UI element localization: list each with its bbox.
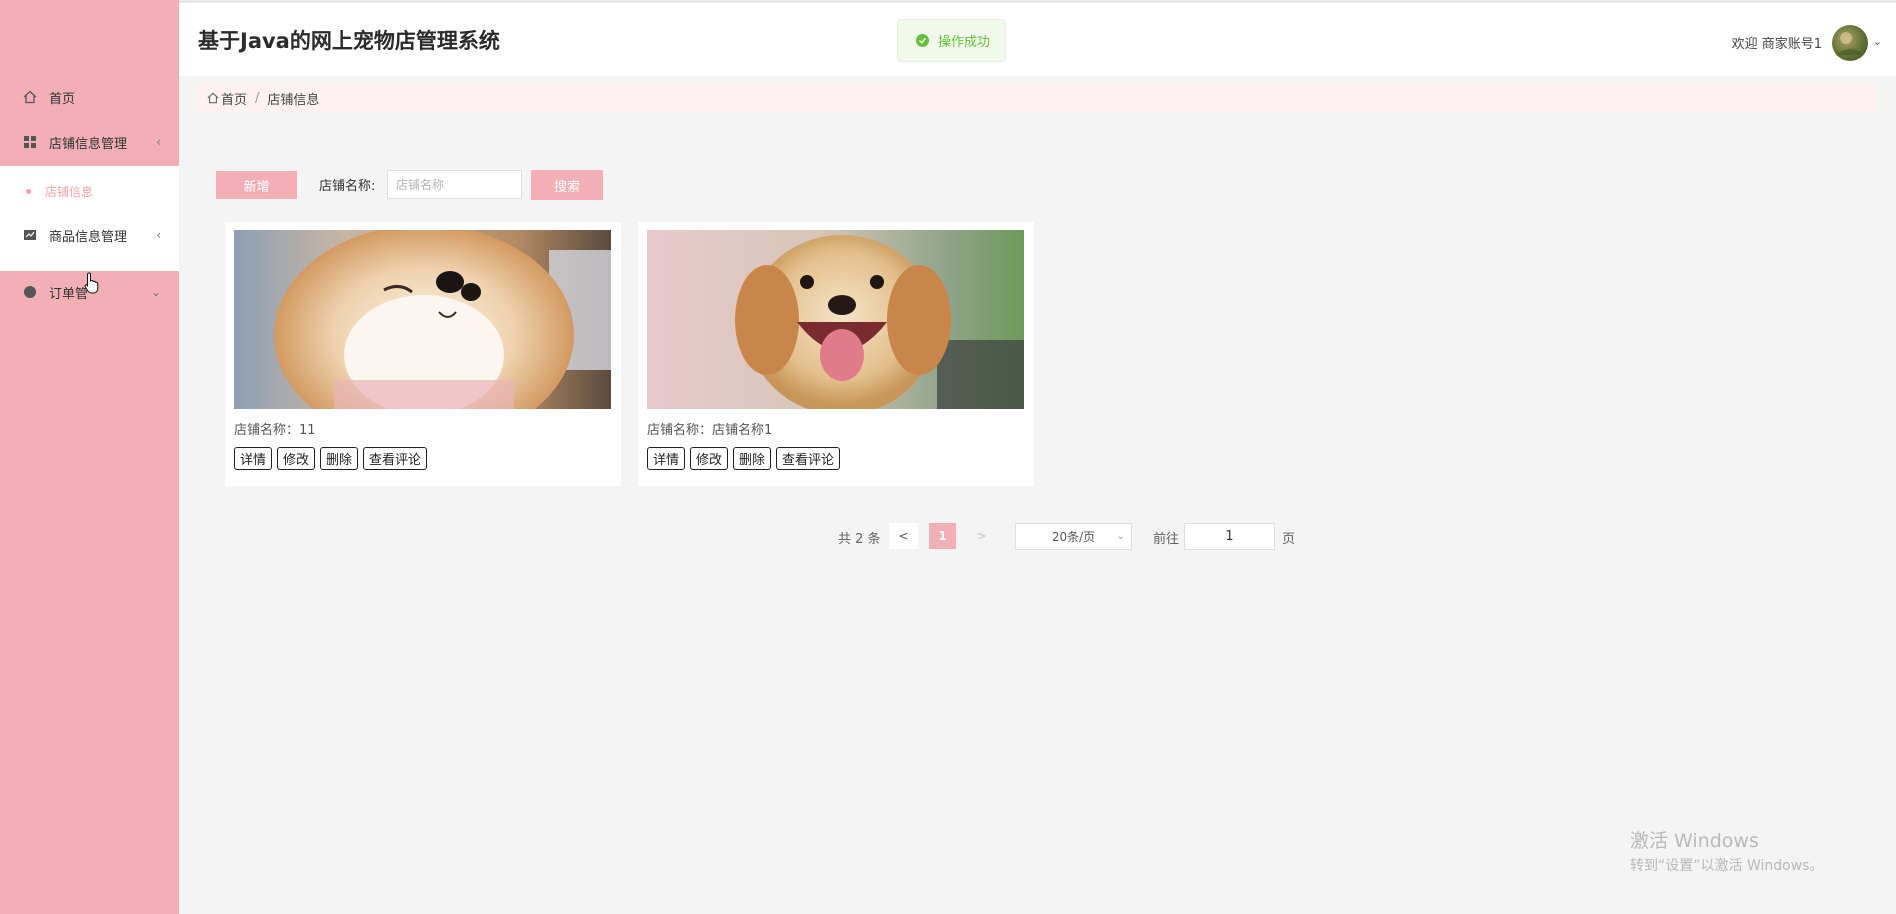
- sidebar-item-shop-management[interactable]: 店铺信息管理 ‹: [0, 122, 179, 162]
- page-size-select[interactable]: 20条/页 ⌄: [1015, 523, 1132, 550]
- header: 基于Java的网上宠物店管理系统 操作成功 欢迎 商家账号1 ⌄: [179, 3, 1896, 76]
- next-page-button[interactable]: >: [967, 523, 996, 549]
- shop-name: 店铺名称：店铺名称1: [647, 423, 773, 438]
- submenu-shop: 店铺信息 商品信息管理 ‹: [0, 166, 179, 271]
- detail-button[interactable]: 详情: [234, 447, 273, 470]
- breadcrumb: 首页 / 店铺信息: [197, 84, 1877, 112]
- home-icon: [23, 90, 37, 104]
- chevron-down-icon[interactable]: ⌄: [1873, 35, 1882, 48]
- sidebar: 首页 店铺信息管理 ‹ 店铺信息 商品信息管理 ‹ 订单管 ⌄: [0, 0, 179, 914]
- search-button[interactable]: 搜索: [531, 170, 603, 200]
- golden-retriever-photo[interactable]: [647, 230, 1024, 409]
- sidebar-item-label: 订单管: [49, 286, 89, 302]
- search-label: 店铺名称:: [319, 179, 376, 194]
- view-comments-button[interactable]: 查看评论: [776, 447, 841, 470]
- breadcrumb-current: 店铺信息: [267, 92, 320, 108]
- shiba-dog-photo[interactable]: [234, 230, 611, 409]
- chevron-down-icon: ⌄: [150, 285, 161, 299]
- chevron-left-icon: ‹: [156, 135, 161, 149]
- check-circle-icon: [916, 34, 929, 47]
- pagination-total: 共 2 条: [838, 532, 881, 547]
- sidebar-item-label: 店铺信息管理: [49, 136, 128, 152]
- shop-card: 店铺名称：11 详情 修改 删除 查看评论: [225, 222, 621, 486]
- delete-button[interactable]: 删除: [733, 447, 772, 470]
- edit-button[interactable]: 修改: [277, 447, 316, 470]
- toast-message: 操作成功: [938, 35, 991, 50]
- sidebar-item-home[interactable]: 首页: [0, 77, 179, 117]
- shop-name-search-input[interactable]: [387, 170, 522, 199]
- bullet-icon: [26, 188, 31, 194]
- chevron-left-icon: ‹: [156, 228, 161, 242]
- sidebar-item-label: 首页: [49, 91, 76, 107]
- edit-button[interactable]: 修改: [690, 447, 729, 470]
- home-icon: [207, 92, 219, 104]
- breadcrumb-home[interactable]: 首页: [221, 89, 247, 108]
- goto-page-input[interactable]: [1184, 523, 1275, 550]
- delete-button[interactable]: 删除: [320, 447, 359, 470]
- pagination: 共 2 条 < 1 > 20条/页 ⌄ 前往 页: [0, 522, 1896, 552]
- breadcrumb-separator: /: [255, 90, 260, 106]
- sidebar-item-label: 店铺信息: [45, 184, 94, 199]
- shop-card: 店铺名称：店铺名称1 详情 修改 删除 查看评论: [638, 222, 1034, 486]
- app-title: 基于Java的网上宠物店管理系统: [198, 29, 500, 53]
- chevron-down-icon: ⌄: [1116, 531, 1125, 542]
- page-number-button[interactable]: 1: [929, 523, 956, 549]
- activation-watermark-subtitle: 转到“设置”以激活 Windows。: [1630, 858, 1824, 874]
- page-size-value: 20条/页: [1051, 530, 1096, 544]
- add-button[interactable]: 新增: [216, 171, 297, 199]
- card-actions: 详情 修改 删除 查看评论: [647, 447, 841, 470]
- page-suffix: 页: [1282, 532, 1296, 547]
- activation-watermark-title: 激活 Windows: [1630, 830, 1759, 852]
- sidebar-item-product-management[interactable]: 商品信息管理 ‹: [0, 215, 179, 255]
- chart-icon: [23, 228, 37, 242]
- view-comments-button[interactable]: 查看评论: [363, 447, 428, 470]
- detail-button[interactable]: 详情: [647, 447, 686, 470]
- sidebar-item-label: 商品信息管理: [49, 229, 128, 245]
- welcome-text: 欢迎 商家账号1: [1731, 37, 1822, 52]
- prev-page-button[interactable]: <: [889, 523, 918, 549]
- hand-cursor-icon: [84, 272, 100, 298]
- success-toast: 操作成功: [897, 19, 1006, 62]
- order-icon: [23, 285, 37, 299]
- avatar[interactable]: [1832, 25, 1868, 61]
- card-actions: 详情 修改 删除 查看评论: [234, 447, 428, 470]
- sidebar-item-shop-info[interactable]: 店铺信息: [0, 176, 179, 206]
- grid-icon: [23, 135, 37, 149]
- goto-label: 前往: [1153, 532, 1180, 547]
- shop-name: 店铺名称：11: [234, 423, 316, 438]
